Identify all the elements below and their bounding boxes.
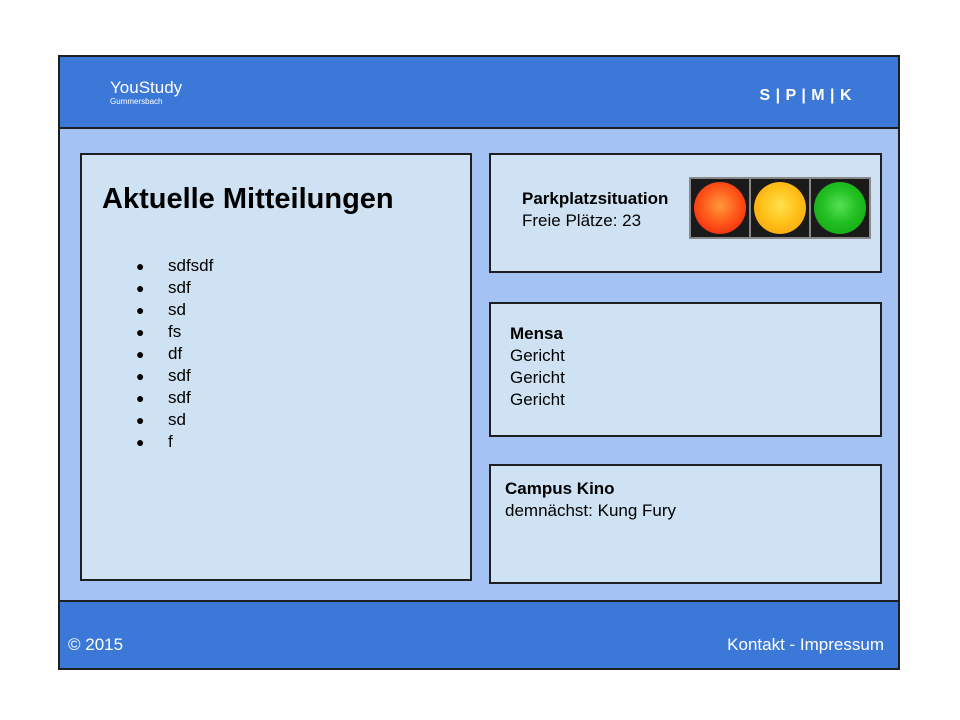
mensa-info: Mensa Gericht Gericht Gericht — [510, 323, 565, 411]
brand-subtitle: Gummersbach — [110, 97, 163, 106]
news-item-text: sdfsdf — [168, 256, 214, 275]
yellow-light-icon — [754, 182, 806, 234]
parking-info: Parkplatzsituation Freie Plätze: 23 — [522, 188, 668, 232]
news-item-text: sd — [168, 410, 186, 429]
lamp-cell-yellow — [751, 179, 811, 237]
lamp-cell-red — [691, 179, 751, 237]
news-item-text: sdf — [168, 278, 191, 297]
footer-separator: - — [784, 635, 800, 654]
news-item-text: sdf — [168, 388, 191, 407]
mensa-dish: Gericht — [510, 390, 565, 409]
footer: © 2015 Kontakt - Impressum — [60, 600, 898, 668]
parking-panel: Parkplatzsituation Freie Plätze: 23 — [489, 153, 882, 273]
list-item: ● sdf — [132, 387, 213, 409]
kino-upcoming: demnächst: Kung Fury — [505, 501, 677, 520]
list-item: ● f — [132, 431, 213, 453]
bullet-icon: ● — [136, 280, 145, 296]
lamp-cell-green — [811, 179, 869, 237]
list-item: ● sdfsdf — [132, 255, 213, 277]
mensa-panel: Mensa Gericht Gericht Gericht — [489, 302, 882, 437]
list-item: ● sdf — [132, 277, 213, 299]
bullet-icon: ● — [136, 390, 145, 406]
bullet-icon: ● — [136, 346, 145, 362]
bullet-icon: ● — [136, 302, 145, 318]
kontakt-link[interactable]: Kontakt — [727, 635, 785, 654]
mensa-dish: Gericht — [510, 368, 565, 387]
news-title: Aktuelle Mitteilungen — [102, 183, 394, 215]
mensa-title: Mensa — [510, 324, 563, 343]
news-item-text: df — [168, 344, 183, 363]
impressum-link[interactable]: Impressum — [800, 635, 884, 654]
red-light-icon — [694, 182, 746, 234]
kino-title: Campus Kino — [505, 479, 615, 498]
mensa-dish: Gericht — [510, 346, 565, 365]
brand-name: YouStudy — [110, 78, 183, 97]
main-nav[interactable]: S | P | M | K — [759, 87, 852, 105]
list-item: ● df — [132, 343, 213, 365]
brand-logo[interactable]: YouStudy Gummersbach — [110, 79, 182, 107]
kino-panel: Campus Kino demnächst: Kung Fury — [489, 464, 882, 584]
green-light-icon — [814, 182, 866, 234]
footer-links: Kontakt - Impressum — [727, 635, 884, 655]
news-item-text: sd — [168, 300, 186, 319]
kino-info: Campus Kino demnächst: Kung Fury — [505, 478, 676, 522]
bullet-icon: ● — [136, 368, 145, 384]
list-item: ● sd — [132, 409, 213, 431]
header: YouStudy Gummersbach S | P | M | K — [60, 57, 898, 129]
bullet-icon: ● — [136, 434, 145, 450]
news-item-text: sdf — [168, 366, 191, 385]
list-item: ● sd — [132, 299, 213, 321]
app-frame: YouStudy Gummersbach S | P | M | K Aktue… — [58, 55, 900, 670]
bullet-icon: ● — [136, 324, 145, 340]
bullet-icon: ● — [136, 412, 145, 428]
news-panel: Aktuelle Mitteilungen ● sdfsdf ● sdf ● sd ●… — [80, 153, 472, 581]
free-spaces: Freie Plätze: 23 — [522, 211, 642, 230]
list-item: ● fs — [132, 321, 213, 343]
news-item-text: fs — [168, 322, 182, 341]
news-list: ● sdfsdf ● sdf ● sd ● fs ● df ● sdf ● sdf ● sd ●… — [132, 255, 213, 453]
news-item-text: f — [168, 432, 173, 451]
bullet-icon: ● — [136, 258, 145, 274]
parking-title: Parkplatzsituation — [522, 189, 669, 208]
copyright-text: © 2015 — [68, 635, 124, 654]
traffic-light-icon — [689, 177, 871, 239]
list-item: ● sdf — [132, 365, 213, 387]
